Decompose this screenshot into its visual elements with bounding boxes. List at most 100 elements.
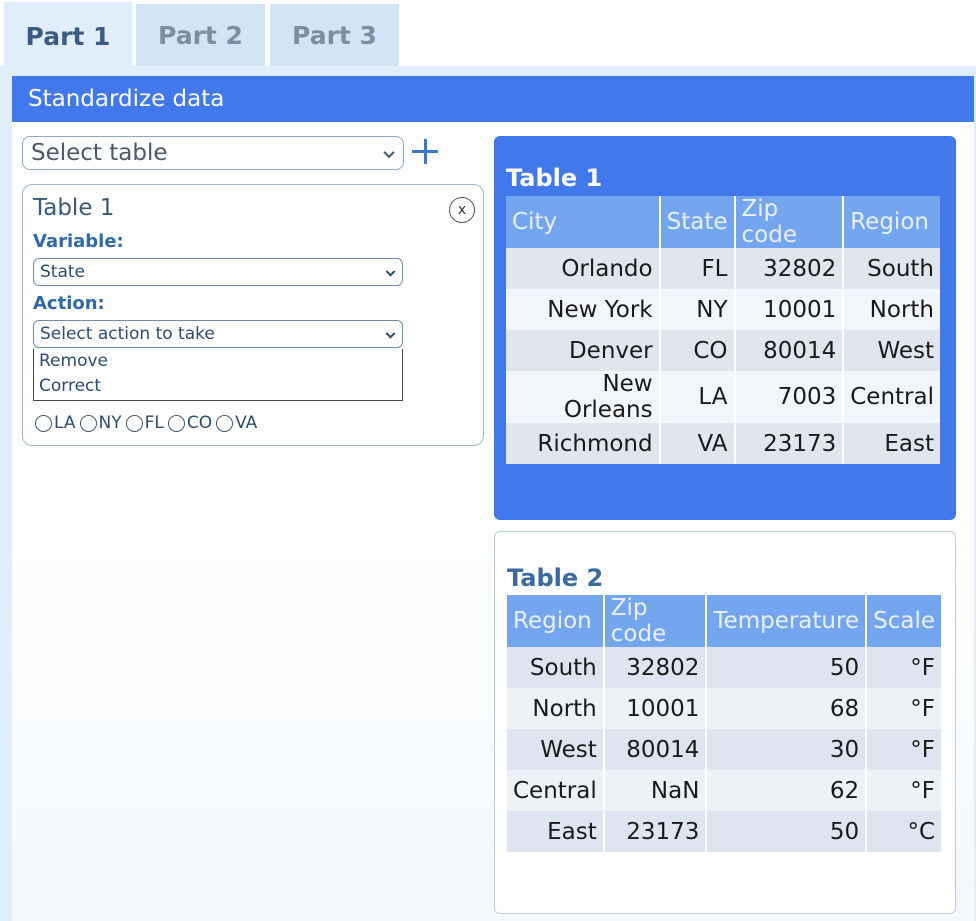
- table-cell: Central: [507, 770, 605, 811]
- table-cell: East: [507, 811, 605, 852]
- table-cell: New York: [506, 289, 661, 330]
- table-row: West 80014 30 °F: [507, 729, 941, 770]
- variable-label: Variable:: [33, 231, 124, 252]
- chevron-down-icon: [385, 328, 396, 339]
- column-header: City: [506, 196, 661, 248]
- table-cell: Orlando: [506, 248, 661, 289]
- select-table-dropdown[interactable]: Select table: [22, 136, 404, 170]
- card-title: Table 1: [33, 195, 115, 221]
- table-cell: Central: [843, 371, 940, 423]
- close-icon[interactable]: x: [449, 197, 475, 223]
- radio-label: LA: [54, 413, 76, 433]
- table2: Region Zip code Temperature Scale South 3…: [507, 595, 941, 852]
- table-cell: 10001: [603, 688, 708, 729]
- table-cell: 80014: [603, 729, 708, 770]
- table-row: Central NaN 62 °F: [507, 770, 941, 811]
- table-cell: °F: [866, 729, 941, 770]
- table-row: South 32802 50 °F: [507, 647, 941, 688]
- chevron-down-icon: [383, 146, 395, 159]
- table-cell: North: [507, 688, 605, 729]
- table-cell: 68: [706, 688, 868, 729]
- radio-circle-icon: [79, 414, 97, 432]
- table-cell: Richmond: [506, 423, 661, 464]
- radio-label: FL: [144, 413, 164, 433]
- table-cell: 23173: [603, 811, 708, 852]
- table-cell: West: [507, 729, 605, 770]
- radio-fl[interactable]: FL: [125, 413, 164, 433]
- state-radio-group: LA NY FL CO VA: [35, 413, 261, 433]
- table-header-row: City State Zip code Region: [506, 196, 940, 248]
- radio-label: CO: [186, 413, 213, 433]
- table-cell: CO: [659, 330, 736, 371]
- table2-panel: Table 2 Region Zip code Temperature Scal…: [494, 531, 956, 914]
- content-area: Standardize data Select table Table 1 x …: [12, 76, 974, 921]
- table-cell: VA: [659, 423, 736, 464]
- table-row: North 10001 68 °F: [507, 688, 941, 729]
- table-cell: New Orleans: [506, 371, 661, 423]
- tab-part-3[interactable]: Part 3: [270, 4, 399, 66]
- column-header: Temperature: [706, 595, 868, 647]
- radio-label: VA: [235, 413, 258, 433]
- radio-circle-icon: [35, 414, 52, 432]
- action-option-remove[interactable]: Remove: [39, 351, 108, 371]
- table-cell: 32802: [603, 647, 708, 688]
- radio-va[interactable]: VA: [216, 413, 257, 433]
- table-row: Denver CO 80014 West: [506, 330, 940, 371]
- table-cell: East: [843, 423, 940, 464]
- table-cell: 10001: [734, 289, 845, 330]
- select-table-value: Select table: [31, 140, 168, 166]
- column-header: Scale: [866, 595, 941, 647]
- add-table-icon[interactable]: [410, 136, 440, 166]
- table-cell: South: [843, 248, 940, 289]
- action-option-correct[interactable]: Correct: [39, 376, 101, 396]
- page-title: Standardize data: [12, 76, 974, 122]
- table-cell: 62: [706, 770, 868, 811]
- variable-dropdown[interactable]: State: [33, 258, 403, 286]
- table-row: East 23173 50 °C: [507, 811, 941, 852]
- table-cell: °F: [866, 647, 941, 688]
- table-cell: NY: [659, 289, 736, 330]
- tab-part-2[interactable]: Part 2: [136, 4, 265, 66]
- table-cell: West: [843, 330, 940, 371]
- radio-circle-icon: [125, 414, 143, 432]
- table-cell: 23173: [734, 423, 845, 464]
- table-row: Orlando FL 32802 South: [506, 248, 940, 289]
- table-cell: South: [507, 647, 605, 688]
- table1: City State Zip code Region Orlando FL 3280…: [506, 196, 940, 464]
- radio-la[interactable]: LA: [35, 413, 76, 433]
- table-cell: °F: [866, 770, 941, 811]
- radio-label: NY: [98, 413, 122, 433]
- table-header-row: Region Zip code Temperature Scale: [507, 595, 941, 647]
- chevron-down-icon: [385, 266, 396, 277]
- table-cell: °C: [866, 811, 941, 852]
- action-value: Select action to take: [40, 324, 215, 344]
- column-header: State: [659, 196, 736, 248]
- table-cell: 80014: [734, 330, 845, 371]
- action-dropdown[interactable]: Select action to take: [33, 320, 403, 348]
- table-row: New Orleans LA 7003 Central: [506, 371, 940, 423]
- table-cell: NaN: [603, 770, 708, 811]
- table-cell: 30: [706, 729, 868, 770]
- table1-title: Table 1: [506, 164, 603, 192]
- radio-co[interactable]: CO: [167, 413, 213, 433]
- column-header: Region: [507, 595, 605, 647]
- table1-panel: Table 1 City State Zip code Region Orlan…: [494, 136, 956, 520]
- main-frame: Standardize data Select table Table 1 x …: [0, 66, 976, 921]
- table-config-card: Table 1 x Variable: State Action: Select…: [22, 184, 484, 446]
- radio-ny[interactable]: NY: [79, 413, 122, 433]
- column-header: Zip code: [734, 196, 845, 248]
- radio-circle-icon: [216, 414, 234, 432]
- table-cell: 7003: [734, 371, 845, 423]
- action-options-list: Remove Correct: [33, 349, 403, 401]
- table-cell: °F: [866, 688, 941, 729]
- table-cell: FL: [659, 248, 736, 289]
- table-cell: 32802: [734, 248, 845, 289]
- column-header: Zip code: [603, 595, 708, 647]
- variable-value: State: [40, 262, 85, 282]
- tab-part-1[interactable]: Part 1: [4, 2, 132, 70]
- table-cell: 50: [706, 811, 868, 852]
- column-header: Region: [843, 196, 940, 248]
- table-row: Richmond VA 23173 East: [506, 423, 940, 464]
- action-label: Action:: [33, 293, 105, 314]
- table2-title: Table 2: [507, 564, 604, 592]
